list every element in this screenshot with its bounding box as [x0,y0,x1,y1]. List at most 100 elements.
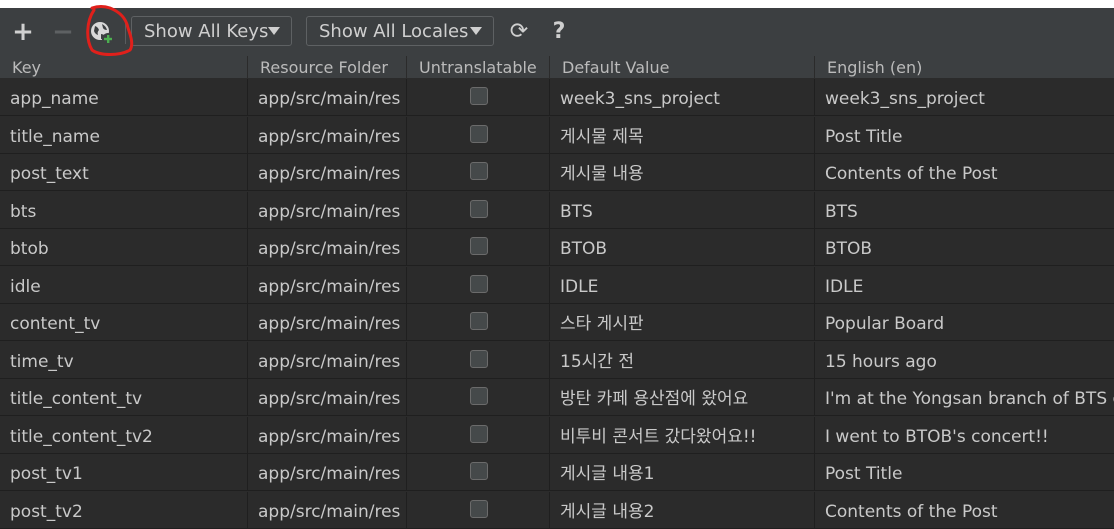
table-row[interactable]: app_name app/src/main/res week3_sns_projec… [0,79,1114,116]
english-value-cell[interactable]: week3_sns_project [815,79,1114,115]
help-button[interactable]: ? [545,18,573,46]
key-cell[interactable]: bts [0,191,248,228]
keys-filter-dropdown[interactable]: Show All Keys [131,16,292,46]
resource-folder-cell[interactable]: app/src/main/res [248,416,407,453]
resource-folder-cell[interactable]: app/src/main/res [248,154,407,190]
default-value-cell[interactable]: 스타 게시판 [550,304,815,340]
toolbar-separator [125,22,126,44]
english-value-cell[interactable]: IDLE [815,267,1114,303]
untranslatable-checkbox[interactable] [470,124,488,143]
reload-button[interactable]: ⟳ [505,18,533,46]
english-value-cell[interactable]: Post Title [815,117,1114,153]
untranslatable-cell [407,341,550,378]
table-row[interactable]: btob app/src/main/res BTOB BTOB [0,229,1114,266]
key-cell[interactable]: idle [0,266,248,303]
untranslatable-cell [407,154,550,190]
default-value-cell[interactable]: 게시글 내용2 [550,491,815,528]
resource-folder-cell[interactable]: app/src/main/res [248,79,407,115]
table-row[interactable]: title_content_tv2 app/src/main/res 비투비 콘서트… [0,416,1114,454]
resource-folder-cell[interactable]: app/src/main/res [248,454,407,490]
untranslatable-checkbox[interactable] [470,387,488,405]
untranslatable-checkbox[interactable] [470,274,488,293]
english-value-cell[interactable]: Contents of the Post [815,492,1114,528]
untranslatable-checkbox[interactable] [470,462,488,480]
resource-folder-cell[interactable]: app/src/main/res [248,229,407,265]
default-value-cell[interactable]: 방탄 카페 용산점에 왔어요 [550,379,815,415]
column-header-resource-folder[interactable]: Resource Folder [248,56,407,78]
untranslatable-cell [407,229,550,265]
resource-folder-cell[interactable]: app/src/main/res [248,379,407,415]
key-cell[interactable]: content_tv [0,304,248,340]
remove-key-button[interactable]: − [49,18,77,46]
resource-folder-cell[interactable]: app/src/main/res [248,266,407,303]
key-cell[interactable]: time_tv [0,341,248,378]
locales-filter-dropdown[interactable]: Show All Locales [306,16,494,46]
english-value-cell[interactable]: I went to BTOB's concert!! [815,417,1114,453]
globe-add-icon [91,22,114,45]
resource-folder-cell[interactable]: app/src/main/res [248,304,407,340]
key-cell[interactable]: title_name [0,116,248,153]
default-value-cell[interactable]: BTS [550,191,815,228]
untranslatable-checkbox[interactable] [470,162,488,180]
add-key-button[interactable]: + [9,18,37,46]
english-value-cell[interactable]: 15 hours ago [815,342,1114,378]
column-header-english[interactable]: English (en) [815,56,1114,78]
english-value-cell[interactable]: BTS [815,192,1114,228]
key-cell[interactable]: btob [0,229,248,265]
default-value-cell[interactable]: BTOB [550,229,815,265]
resource-folder-cell[interactable]: app/src/main/res [248,341,407,378]
plus-icon: + [12,17,34,47]
key-cell[interactable]: title_content_tv [0,379,248,415]
english-value-cell[interactable]: Contents of the Post [815,154,1114,190]
refresh-icon: ⟳ [509,19,529,44]
locales-filter-label: Show All Locales [319,20,469,42]
table-row[interactable]: post_text app/src/main/res 게시물 내용 Contents … [0,154,1114,191]
column-header-key[interactable]: Key [0,56,248,78]
table-row[interactable]: time_tv app/src/main/res 15시간 전 15 hours ag… [0,341,1114,379]
table-row[interactable]: title_name app/src/main/res 게시물 제목 Post Tit… [0,116,1114,154]
key-cell[interactable]: app_name [0,79,248,115]
english-value-cell[interactable]: Post Title [815,454,1114,490]
chevron-down-icon [470,27,482,35]
default-value-cell[interactable]: 비투비 콘서트 갔다왔어요!! [550,416,815,453]
resource-folder-cell[interactable]: app/src/main/res [248,491,407,528]
default-value-cell[interactable]: 15시간 전 [550,341,815,378]
help-icon: ? [552,19,566,44]
default-value-cell[interactable]: IDLE [550,266,815,303]
default-value-cell[interactable]: 게시물 내용 [550,154,815,190]
minus-icon: − [52,17,74,47]
key-cell[interactable]: post_tv2 [0,491,248,528]
untranslatable-cell [407,379,550,415]
english-value-cell[interactable]: I'm at the Yongsan branch of BTS ca [815,379,1114,415]
table-row[interactable]: bts app/src/main/res BTS BTS [0,191,1114,229]
untranslatable-checkbox[interactable] [470,199,488,218]
resource-folder-cell[interactable]: app/src/main/res [248,116,407,153]
default-value-cell[interactable]: 게시물 제목 [550,116,815,153]
table-row[interactable]: content_tv app/src/main/res 스타 게시판 Popular … [0,304,1114,341]
column-header-default-value[interactable]: Default Value [550,56,815,78]
untranslatable-checkbox[interactable] [470,87,488,105]
untranslatable-checkbox[interactable] [470,237,488,255]
untranslatable-checkbox[interactable] [470,424,488,443]
add-locale-button[interactable] [88,19,116,47]
key-cell[interactable]: title_content_tv2 [0,416,248,453]
table-row[interactable]: title_content_tv app/src/main/res 방탄 카페 용산… [0,379,1114,416]
key-cell[interactable]: post_text [0,154,248,190]
key-cell[interactable]: post_tv1 [0,454,248,490]
table-row[interactable]: post_tv2 app/src/main/res 게시글 내용2 Contents … [0,491,1114,529]
resource-folder-cell[interactable]: app/src/main/res [248,191,407,228]
default-value-cell[interactable]: week3_sns_project [550,79,815,115]
default-value-cell[interactable]: 게시글 내용1 [550,454,815,490]
window-top-edge [0,0,1114,8]
table-row[interactable]: idle app/src/main/res IDLE IDLE [0,266,1114,304]
english-value-cell[interactable]: BTOB [815,229,1114,265]
untranslatable-checkbox[interactable] [470,349,488,368]
untranslatable-checkbox[interactable] [470,312,488,330]
untranslatable-cell [407,491,550,528]
untranslatable-cell [407,266,550,303]
column-header-untranslatable[interactable]: Untranslatable [407,56,550,78]
untranslatable-cell [407,116,550,153]
english-value-cell[interactable]: Popular Board [815,304,1114,340]
table-row[interactable]: post_tv1 app/src/main/res 게시글 내용1 Post Titl… [0,454,1114,491]
untranslatable-cell [407,191,550,228]
